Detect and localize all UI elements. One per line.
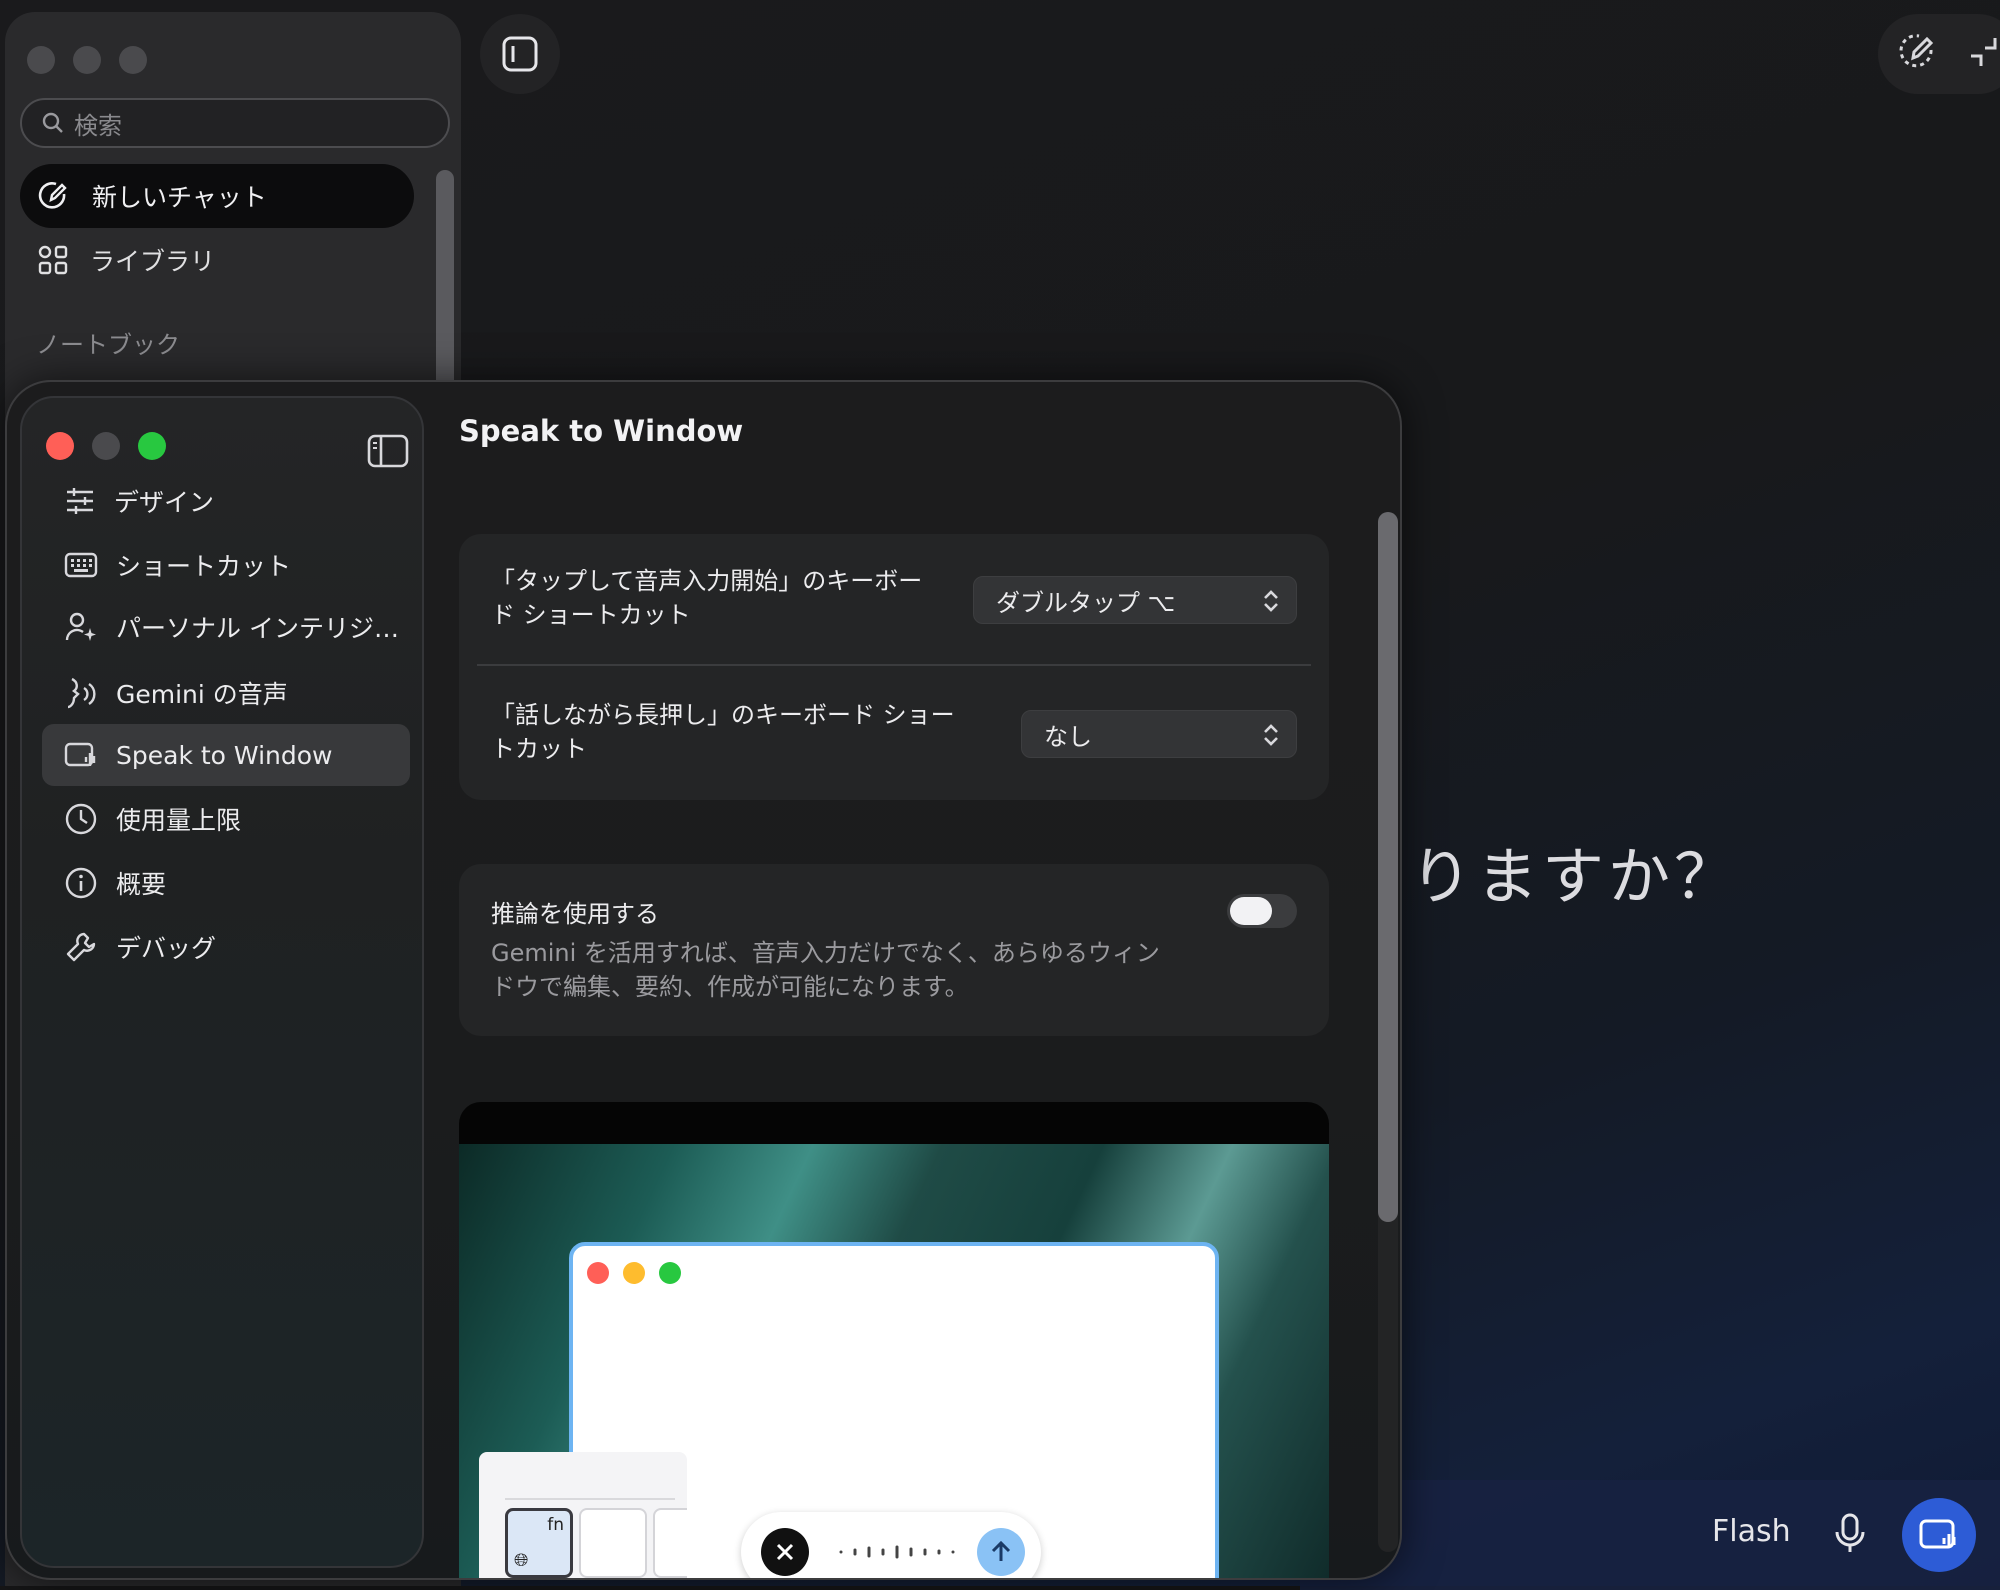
prompt-input-bar[interactable] — [1300, 1480, 2000, 1590]
arrow-up-icon — [977, 1528, 1025, 1576]
tap-shortcut-label: 「タップして音声入力開始」のキーボード ショートカット — [491, 567, 923, 629]
reasoning-toggle[interactable] — [1227, 894, 1297, 928]
shortcuts-card: 「タップして音声入力開始」のキーボード ショートカット ダブルタップ ⌥ 「話し… — [459, 534, 1329, 800]
voice-input-pill — [741, 1512, 1041, 1578]
temporary-chat-icon[interactable] — [1895, 30, 1939, 74]
speak-to-window-illustration: fn 🌐︎ — [459, 1102, 1329, 1578]
window-zoom-button-inactive[interactable] — [119, 46, 147, 74]
page-title: Speak to Window — [459, 414, 744, 448]
clock-icon — [65, 803, 97, 835]
divider — [477, 664, 1311, 666]
sidebar-item-label: ショートカット — [116, 552, 292, 581]
sidebar-item-usage-limit[interactable]: 使用量上限 — [42, 788, 410, 850]
waveform-icon — [839, 1545, 955, 1559]
sidebar-item-label: 使用量上限 — [116, 806, 242, 835]
sidebar-scrollbar[interactable] — [436, 170, 454, 410]
settings-scrollbar[interactable] — [1378, 512, 1398, 1222]
keyboard-icon — [64, 552, 98, 578]
wrench-icon — [66, 932, 96, 962]
voice-icon — [67, 677, 96, 709]
new-chat-button[interactable]: 新しいチャット — [20, 164, 414, 228]
library-label: ライブラリ — [90, 247, 216, 276]
library-grid-icon — [38, 245, 68, 275]
microphone-icon[interactable] — [1832, 1512, 1868, 1556]
settings-window: デザイン ショートカット パーソナル インテリジ… Gemini の音声 Spe… — [5, 380, 1402, 1580]
window-close-button-inactive[interactable] — [27, 46, 55, 74]
illustration-zoom-dot — [659, 1262, 681, 1284]
sidebar-item-label: デザイン — [114, 488, 215, 517]
chevron-up-down-icon — [1264, 590, 1278, 612]
window-zoom-button[interactable] — [138, 432, 166, 460]
settings-sidebar: デザイン ショートカット パーソナル インテリジ… Gemini の音声 Spe… — [20, 396, 424, 1568]
greeting-text: りますか？ — [1410, 840, 1741, 913]
close-icon — [761, 1528, 809, 1576]
window-minimize-button[interactable] — [92, 432, 120, 460]
illustration-keyboard: fn 🌐︎ — [479, 1452, 687, 1578]
hold-shortcut-label: 「話しながら長押し」のキーボード ショートカット — [491, 701, 955, 763]
reasoning-card: 推論を使用する Gemini を活用すれば、音声入力だけでなく、あらゆるウィンド… — [459, 864, 1329, 1036]
sidebar-item-label: デバッグ — [116, 934, 217, 963]
search-input[interactable]: 検索 — [20, 98, 450, 148]
keyboard-row — [505, 1472, 675, 1500]
library-button[interactable]: ライブラリ — [20, 228, 414, 292]
sidebar-item-label: パーソナル インテリジ… — [116, 614, 399, 643]
sidebar-item-about[interactable]: 概要 — [42, 852, 410, 914]
sidebar-item-shortcuts[interactable]: ショートカット — [42, 534, 410, 596]
reasoning-description: Gemini を活用すれば、音声入力だけでなく、あらゆるウィンドウで編集、要約、… — [491, 939, 1160, 1001]
reasoning-title: 推論を使用する — [491, 900, 659, 928]
hold-shortcut-select[interactable]: なし — [1021, 710, 1297, 758]
model-selector[interactable]: Flash — [1712, 1514, 1791, 1549]
toggle-knob — [1230, 897, 1272, 925]
window-voice-icon — [64, 742, 96, 767]
compose-icon — [38, 182, 67, 209]
sliders-icon — [67, 488, 93, 514]
keyboard-key — [579, 1508, 647, 1578]
sidebar-item-label: Gemini の音声 — [116, 680, 288, 709]
person-sparkle-icon — [65, 612, 96, 641]
window-close-button[interactable] — [46, 432, 74, 460]
fn-key-label: fn — [547, 1515, 564, 1535]
info-icon — [65, 867, 97, 899]
new-chat-label: 新しいチャット — [92, 183, 267, 212]
fn-key: fn 🌐︎ — [505, 1508, 573, 1578]
keyboard-key — [653, 1508, 687, 1578]
search-icon — [42, 112, 63, 133]
sidebar-toggle-icon[interactable] — [367, 434, 409, 468]
notebook-heading: ノートブック — [36, 331, 180, 359]
sidebar-toggle-button[interactable] — [480, 14, 560, 94]
speak-to-window-button[interactable] — [1902, 1498, 1976, 1572]
collapse-icon[interactable] — [1965, 30, 2000, 74]
sidebar-item-design[interactable]: デザイン — [42, 470, 410, 532]
sidebar-item-debug[interactable]: デバッグ — [42, 916, 410, 978]
illustration-close-dot — [587, 1262, 609, 1284]
tap-shortcut-value: ダブルタップ ⌥ — [996, 588, 1176, 617]
illustration-minimize-dot — [623, 1262, 645, 1284]
chevron-up-down-icon — [1264, 724, 1278, 746]
sidebar-item-personal-intelligence[interactable]: パーソナル インテリジ… — [42, 596, 410, 658]
window-minimize-button-inactive[interactable] — [73, 46, 101, 74]
globe-icon: 🌐︎ — [514, 1550, 529, 1571]
search-placeholder: 検索 — [74, 111, 122, 140]
sidebar-toggle-icon — [502, 36, 538, 72]
sidebar-item-label: Speak to Window — [116, 740, 333, 770]
hold-shortcut-value: なし — [1044, 722, 1092, 751]
sidebar-item-speak-to-window[interactable]: Speak to Window — [42, 724, 410, 786]
tap-shortcut-select[interactable]: ダブルタップ ⌥ — [973, 576, 1297, 624]
sidebar-item-label: 概要 — [116, 870, 167, 899]
sidebar-item-gemini-voice[interactable]: Gemini の音声 — [42, 662, 410, 724]
window-voice-icon — [1919, 1519, 1956, 1549]
